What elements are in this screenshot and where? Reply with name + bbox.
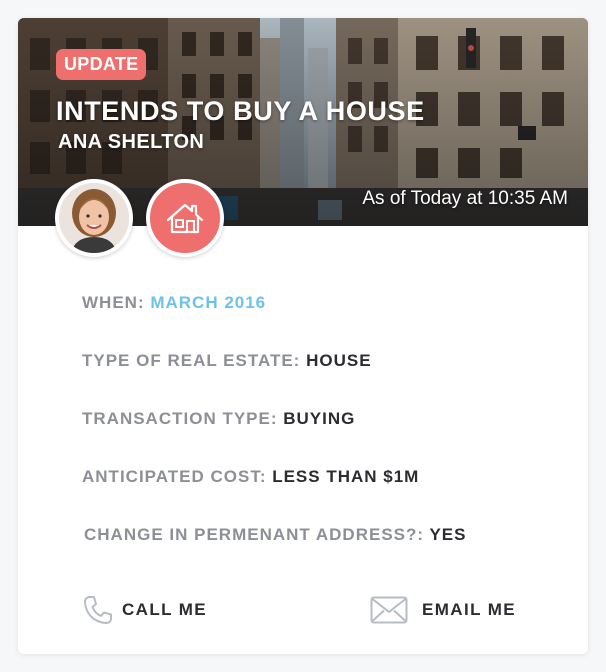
house-icon xyxy=(166,203,204,234)
detail-label: CHANGE IN PERMENANT ADDRESS?: xyxy=(84,525,430,544)
update-card: UPDATE INTENDS TO BUY A HOUSE ANA SHELTO… xyxy=(18,18,588,654)
detail-value: LESS THAN $1M xyxy=(272,467,420,486)
event-title: INTENDS TO BUY A HOUSE xyxy=(56,96,425,126)
email-me-button[interactable]: EMAIL ME xyxy=(370,594,516,626)
detail-value: MARCH 2016 xyxy=(150,293,267,312)
contact-name[interactable]: ANA SHELTON xyxy=(58,131,204,154)
timestamp: As of Today at 10:35 AM xyxy=(362,188,568,209)
contact-actions: CALL ME EMAIL ME xyxy=(82,594,538,626)
detail-label: WHEN: xyxy=(82,293,151,312)
house-type-badge xyxy=(146,179,224,257)
envelope-icon xyxy=(370,596,408,624)
detail-value: HOUSE xyxy=(306,351,372,370)
person-avatar-icon xyxy=(59,183,129,253)
email-me-label: EMAIL ME xyxy=(422,600,517,619)
avatar[interactable] xyxy=(55,179,133,257)
detail-value: YES xyxy=(429,525,467,544)
call-me-label: CALL ME xyxy=(122,600,208,619)
call-me-button[interactable]: CALL ME xyxy=(82,594,207,626)
update-badge: UPDATE xyxy=(56,49,147,80)
detail-row-address-change: CHANGE IN PERMENANT ADDRESS?: YES xyxy=(82,524,562,582)
phone-icon xyxy=(84,596,112,624)
detail-row-when: WHEN: MARCH 2016 xyxy=(82,292,562,350)
detail-row-anticipated-cost: ANTICIPATED COST: LESS THAN $1M xyxy=(82,466,562,524)
detail-label: TYPE OF REAL ESTATE: xyxy=(82,351,307,370)
detail-row-real-estate-type: TYPE OF REAL ESTATE: HOUSE xyxy=(82,350,562,408)
detail-value: BUYING xyxy=(283,409,356,428)
detail-row-transaction-type: TRANSACTION TYPE: BUYING xyxy=(82,408,562,466)
detail-label: ANTICIPATED COST: xyxy=(82,467,273,486)
details-list: WHEN: MARCH 2016 TYPE OF REAL ESTATE: HO… xyxy=(82,292,562,582)
detail-label: TRANSACTION TYPE: xyxy=(82,409,284,428)
